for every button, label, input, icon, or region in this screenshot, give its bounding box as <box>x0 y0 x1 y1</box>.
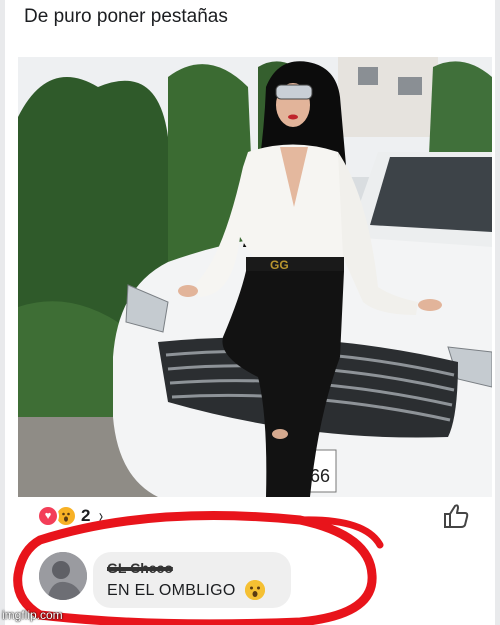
photo-illustration: -66 GG <box>18 57 492 497</box>
commenter-avatar[interactable] <box>39 552 87 600</box>
chevron-right-icon[interactable]: › <box>99 506 103 527</box>
imgflip-watermark: imgflip.com <box>2 608 63 622</box>
comment-bubble: GL Checo EN EL OMBLIGO <box>93 552 291 608</box>
post-text: De puro poner pestañas <box>24 6 228 27</box>
like-icon[interactable] <box>442 503 470 529</box>
shocked-face-emoji-icon <box>245 580 265 600</box>
comment-text: EN EL OMBLIGO <box>107 582 236 599</box>
svg-text:GG: GG <box>270 258 289 272</box>
reaction-count: 2 <box>81 506 91 525</box>
love-reaction-icon: ♥ <box>37 505 59 527</box>
reaction-summary[interactable]: ♥ 2 › <box>37 505 104 527</box>
comment-author[interactable]: GL Checo <box>107 560 173 576</box>
facebook-post-card: De puro poner pestañas -66 GG ♥ 2 › GL C… <box>5 0 495 625</box>
post-photo[interactable]: -66 GG <box>18 57 492 497</box>
